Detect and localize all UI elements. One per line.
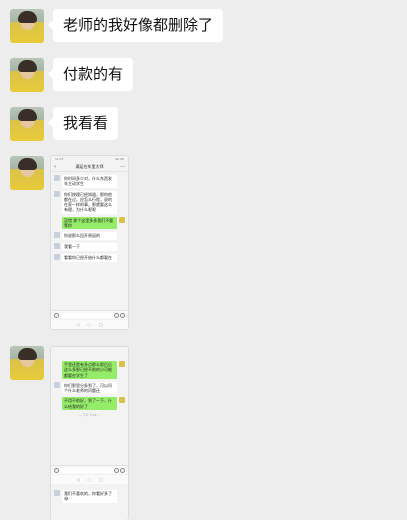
avatar (54, 490, 60, 496)
chat-header: ‹ 满足在车里大师 ··· (51, 162, 128, 172)
avatar (119, 361, 125, 367)
back-icon: ‹ (54, 164, 56, 170)
back-nav-icon: ◁ (76, 477, 80, 482)
avatar (54, 232, 60, 239)
more-icon: ··· (120, 164, 125, 170)
avatar[interactable] (10, 346, 44, 380)
timestamp: — 下午 2:18 — (78, 413, 101, 418)
emoji-icon (114, 313, 119, 318)
home-nav-icon: ○ (87, 322, 91, 327)
list-item: 看看你已经开始什么都要在 (54, 254, 125, 262)
avatar (119, 397, 125, 404)
message-text: 你时间多少对，什么东西发车主动学生 (62, 175, 117, 188)
avatar (54, 175, 60, 181)
avatar (119, 216, 125, 223)
list-item: 手里还是有多点那么那后后这么多那已经不前的小可能都要在学生了 (54, 361, 125, 379)
emoji-icon (114, 468, 119, 473)
list-item: 你说那么回开原因的 (54, 232, 125, 240)
back-nav-icon: ◁ (76, 322, 80, 327)
chat-title: 满足在车里大师 (75, 164, 104, 169)
message-text: 我看一下 (62, 243, 117, 251)
avatar[interactable] (10, 58, 44, 92)
message-bubble[interactable]: 我看看 (47, 107, 119, 140)
list-item: 你时间多少对，什么东西发车主动学生 (54, 175, 125, 188)
recent-nav-icon: □ (98, 477, 103, 482)
list-item: 没错 那个这里多多我们不要等你 (54, 216, 125, 230)
message-text: 看看你已经开始什么都要在 (62, 254, 117, 262)
avatar (54, 381, 60, 388)
message-bubble[interactable]: 老师的我好像都删除了 (47, 9, 224, 42)
image-message-screenshot[interactable]: 手里还是有多点那么那后后这么多那已经不前的小可能都要在学生了 你们那里分条到了，… (50, 346, 129, 520)
plus-icon (120, 313, 125, 318)
compose-field (61, 468, 114, 473)
list-item: 你们按理已经知道，那你他都在过，应怎么行程，说的在家一样的事，那就要这么有理，为… (54, 190, 125, 214)
message-text: 手里还是有多点那么那后后这么多那已经不前的小可能都要在学生了 (62, 361, 117, 379)
plus-icon (120, 468, 125, 473)
home-nav-icon: ○ (87, 477, 91, 482)
input-bar (51, 465, 128, 474)
message-text: 你们按理已经知道，那你他都在过，应怎么行程，说的在家一样的事，那就要这么有理，为… (62, 190, 117, 214)
compose-field (61, 313, 114, 318)
message-text: 我们不喜欢的，你看好多了😂 (62, 490, 117, 503)
avatar[interactable] (10, 9, 44, 43)
avatar[interactable] (10, 107, 44, 141)
nav-bar: ◁ ○ □ (51, 320, 128, 329)
message-text: 你说那么回开原因的 (62, 232, 117, 240)
voice-icon (54, 313, 59, 318)
avatar[interactable] (10, 156, 44, 190)
message-bubble[interactable]: 付款的有 (47, 58, 134, 91)
recent-nav-icon: □ (98, 322, 103, 327)
input-bar (51, 310, 128, 319)
list-item: 你们那里分条到了，可以问个什么老师的问题还 (54, 381, 125, 395)
list-item: 我看一下 (54, 243, 125, 251)
avatar (54, 243, 60, 250)
message-text: 你们那里分条到了，可以问个什么老师的问题还 (62, 381, 117, 395)
avatar (54, 254, 60, 261)
voice-icon (54, 468, 59, 473)
message-text: 没错 那个这里多多我们不要等你 (62, 216, 117, 230)
list-item: 不用不前好，到了一下，什么给我的好了 (54, 397, 125, 411)
message-text: 不用不前好，到了一下，什么给我的好了 (62, 397, 117, 411)
list-item: 我们不喜欢的，你看好多了😂 (54, 490, 125, 503)
nav-bar: ◁ ○ □ (51, 475, 128, 484)
image-message-screenshot[interactable]: 11:27 4G 96 ‹ 满足在车里大师 ··· 你时间多少对，什么东西发车主… (50, 155, 129, 330)
avatar (54, 190, 60, 197)
